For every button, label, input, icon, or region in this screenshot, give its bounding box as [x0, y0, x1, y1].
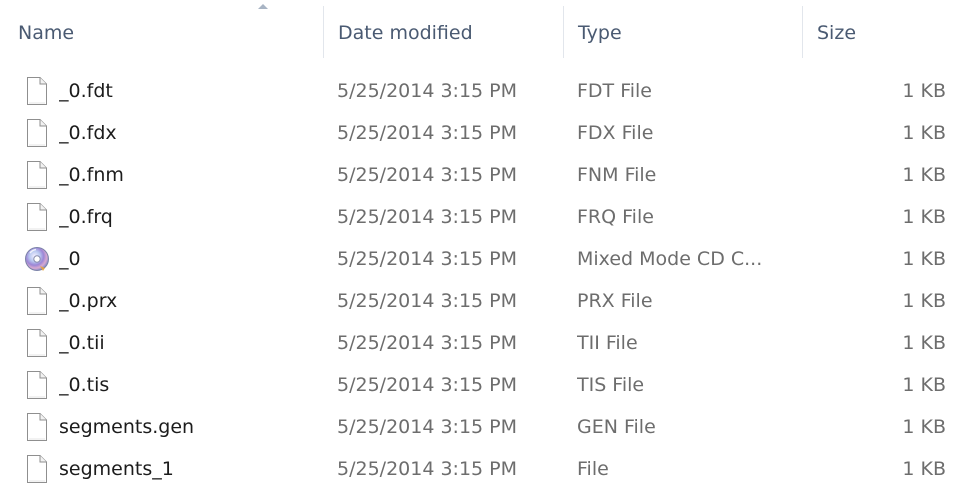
file-row[interactable]: _0.tis 5/25/2014 3:15 PM TIS File 1 KB	[0, 364, 956, 406]
document-icon	[24, 370, 50, 400]
column-divider[interactable]	[323, 6, 324, 58]
column-header-size[interactable]: Size	[817, 20, 856, 46]
file-name: _0.frq	[59, 206, 113, 228]
file-row[interactable]: _0.fdx 5/25/2014 3:15 PM FDX File 1 KB	[0, 112, 956, 154]
column-header-name[interactable]: Name	[18, 20, 74, 46]
file-date-modified: 5/25/2014 3:15 PM	[337, 290, 518, 312]
document-icon	[24, 286, 50, 316]
file-type: TIS File	[577, 374, 645, 396]
file-row[interactable]: _0.frq 5/25/2014 3:15 PM FRQ File 1 KB	[0, 196, 956, 238]
file-type: FDX File	[577, 122, 654, 144]
file-name: _0.tii	[59, 332, 105, 354]
file-size: 1 KB	[902, 122, 946, 144]
document-icon	[24, 160, 50, 190]
cd-disc-icon	[24, 244, 50, 274]
document-icon	[24, 76, 50, 106]
column-divider[interactable]	[563, 6, 564, 58]
file-size: 1 KB	[902, 248, 946, 270]
file-name: segments.gen	[59, 416, 195, 438]
file-date-modified: 5/25/2014 3:15 PM	[337, 332, 518, 354]
file-type: Mixed Mode CD C...	[577, 248, 763, 270]
file-row[interactable]: segments.gen 5/25/2014 3:15 PM GEN File 1 K…	[0, 406, 956, 448]
file-size: 1 KB	[902, 374, 946, 396]
file-name: segments_1	[59, 458, 174, 480]
sort-ascending-icon	[258, 4, 268, 9]
file-name: _0	[59, 248, 81, 270]
file-type: FDT File	[577, 80, 652, 102]
file-size: 1 KB	[902, 164, 946, 186]
file-name: _0.fdt	[59, 80, 113, 102]
document-icon	[24, 118, 50, 148]
file-row[interactable]: _0.tii 5/25/2014 3:15 PM TII File 1 KB	[0, 322, 956, 364]
file-size: 1 KB	[902, 332, 946, 354]
file-date-modified: 5/25/2014 3:15 PM	[337, 248, 518, 270]
file-date-modified: 5/25/2014 3:15 PM	[337, 164, 518, 186]
column-header-type[interactable]: Type	[578, 20, 622, 46]
file-date-modified: 5/25/2014 3:15 PM	[337, 122, 518, 144]
file-date-modified: 5/25/2014 3:15 PM	[337, 80, 518, 102]
column-header-date-modified[interactable]: Date modified	[338, 20, 473, 46]
file-type: FNM File	[577, 164, 657, 186]
file-row[interactable]: _0.fnm 5/25/2014 3:15 PM FNM File 1 KB	[0, 154, 956, 196]
file-size: 1 KB	[902, 290, 946, 312]
document-icon	[24, 202, 50, 232]
document-icon	[24, 454, 50, 484]
file-type: PRX File	[577, 290, 653, 312]
file-row[interactable]: _0.fdt 5/25/2014 3:15 PM FDT File 1 KB	[0, 70, 956, 112]
file-name: _0.prx	[59, 290, 118, 312]
file-size: 1 KB	[902, 416, 946, 438]
file-type: File	[577, 458, 609, 480]
column-divider[interactable]	[802, 6, 803, 58]
file-type: GEN File	[577, 416, 656, 438]
file-row[interactable]: _0.prx 5/25/2014 3:15 PM PRX File 1 KB	[0, 280, 956, 322]
file-size: 1 KB	[902, 458, 946, 480]
document-icon	[24, 328, 50, 358]
file-name: _0.fdx	[59, 122, 117, 144]
file-date-modified: 5/25/2014 3:15 PM	[337, 374, 518, 396]
file-name: _0.fnm	[59, 164, 124, 186]
document-icon	[24, 412, 50, 442]
column-header-bar: Name Date modified Type Size	[0, 0, 956, 62]
file-list: _0.fdt 5/25/2014 3:15 PM FDT File 1 KB _0.f…	[0, 70, 956, 490]
file-size: 1 KB	[902, 80, 946, 102]
file-row[interactable]: segments_1 5/25/2014 3:15 PM File 1 KB	[0, 448, 956, 490]
file-type: TII File	[577, 332, 638, 354]
file-row[interactable]: _0 5/25/2014 3:15 PM Mixed Mode CD C... 1 K…	[0, 238, 956, 280]
file-date-modified: 5/25/2014 3:15 PM	[337, 458, 518, 480]
file-date-modified: 5/25/2014 3:15 PM	[337, 416, 518, 438]
file-size: 1 KB	[902, 206, 946, 228]
file-type: FRQ File	[577, 206, 654, 228]
file-date-modified: 5/25/2014 3:15 PM	[337, 206, 518, 228]
file-name: _0.tis	[59, 374, 110, 396]
